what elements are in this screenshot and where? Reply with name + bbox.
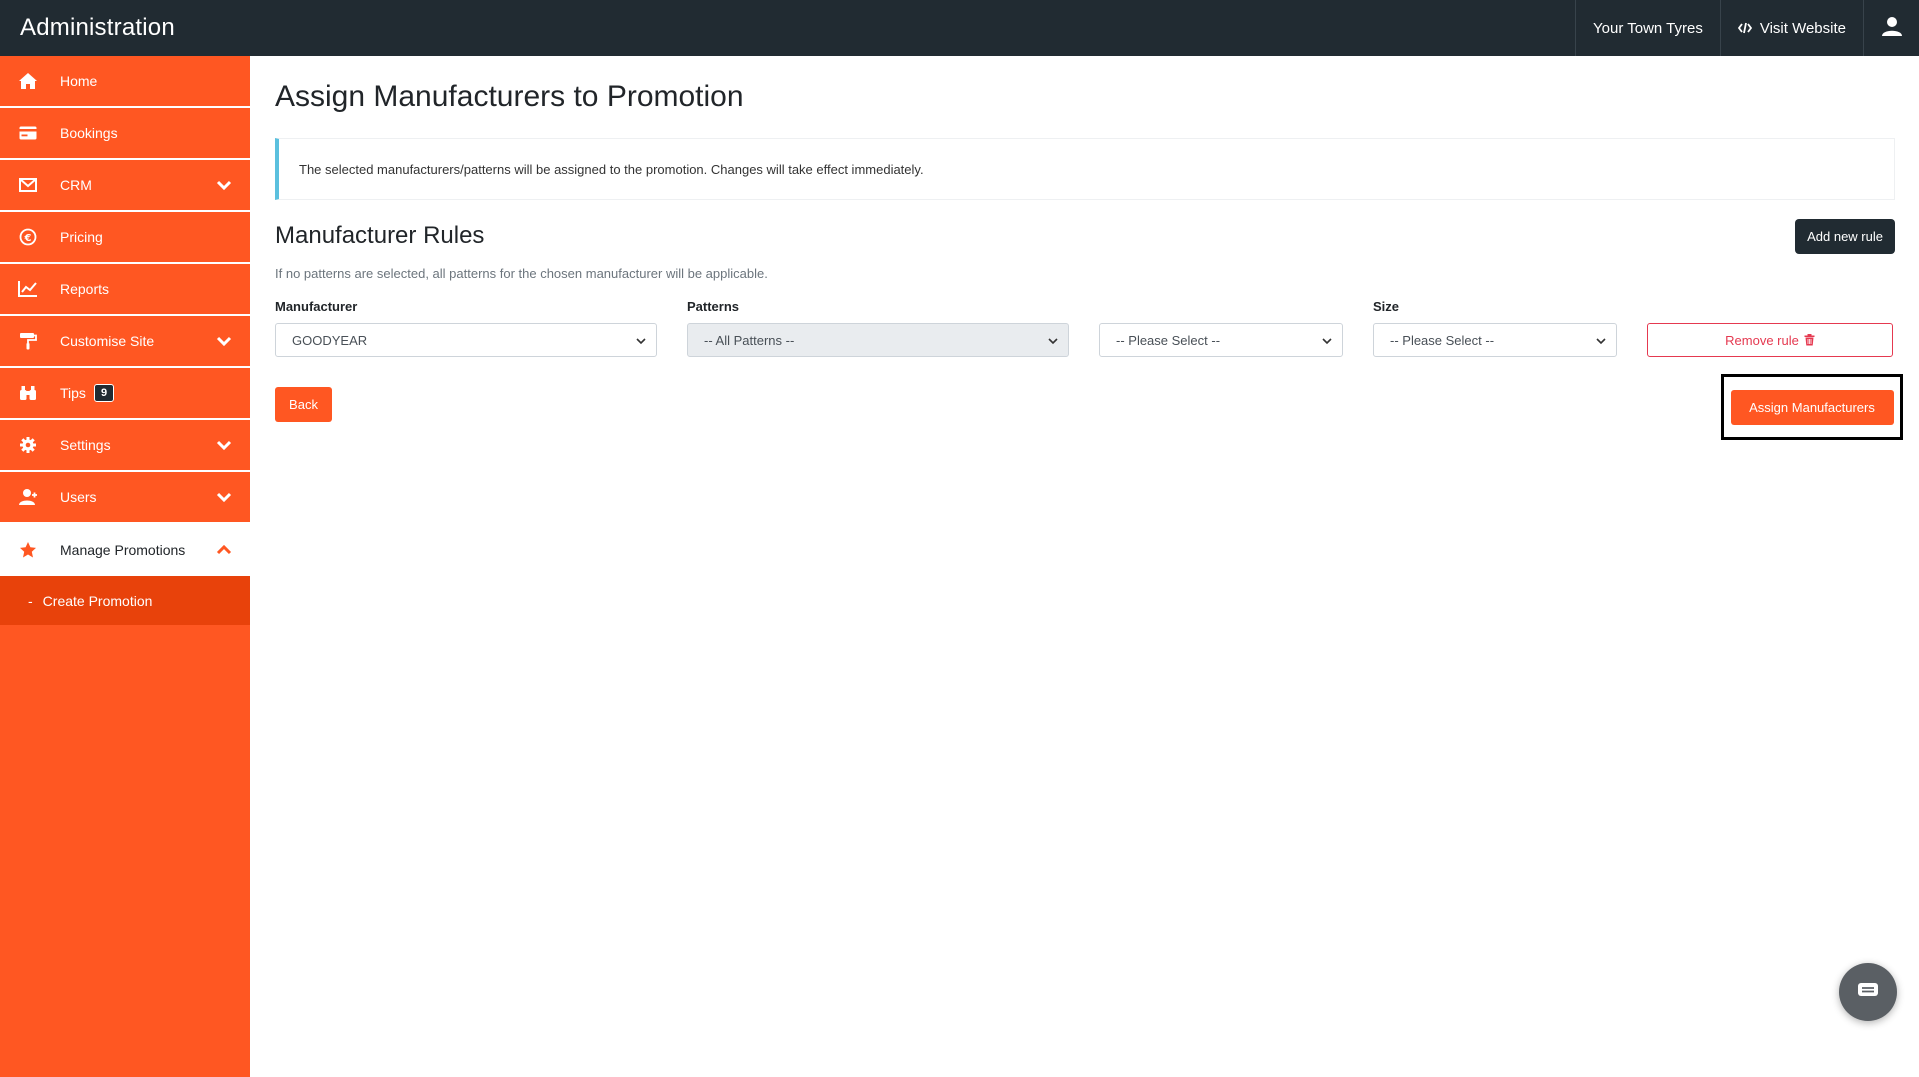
size-field: Size -- Please Select -- [1373, 299, 1617, 357]
sidebar-item-customise-site[interactable]: Customise Site [0, 316, 250, 368]
credit-card-icon [18, 123, 38, 143]
sidebar-item-users[interactable]: Users [0, 472, 250, 524]
star-icon [18, 540, 38, 560]
third-select[interactable]: -- Please Select -- [1099, 323, 1343, 357]
info-alert-text: The selected manufacturers/patterns will… [299, 161, 924, 177]
sidebar-subitem-create-promotion[interactable]: - Create Promotion [0, 576, 250, 625]
remove-rule-button[interactable]: Remove rule [1647, 323, 1893, 357]
manufacturer-field: Manufacturer GOODYEAR [275, 299, 657, 357]
rule-row: Manufacturer GOODYEAR Patterns -- All Pa… [275, 299, 1895, 357]
sidebar-item-pricing[interactable]: € Pricing [0, 212, 250, 264]
manufacturer-value: GOODYEAR [292, 332, 368, 348]
patterns-label: Patterns [687, 299, 740, 314]
form-actions: Back Assign Manufacturers [275, 374, 1903, 440]
top-navbar: Administration Your Town Tyres Visit Web… [0, 0, 1919, 56]
chevron-down-icon [216, 440, 232, 450]
chat-icon [1856, 980, 1880, 1005]
manufacturer-select[interactable]: GOODYEAR [275, 323, 657, 357]
sidebar-item-home[interactable]: Home [0, 56, 250, 108]
sidebar-item-manage-promotions[interactable]: Manage Promotions [0, 524, 250, 576]
code-icon [1737, 22, 1752, 34]
home-icon [18, 71, 38, 91]
visit-website-link[interactable]: Visit Website [1719, 0, 1863, 56]
binoculars-icon [18, 383, 38, 403]
paint-roller-icon [18, 331, 38, 351]
sidebar-item-reports[interactable]: Reports [0, 264, 250, 316]
tips-count-badge: 9 [93, 384, 115, 402]
assign-manufacturers-button[interactable]: Assign Manufacturers [1730, 389, 1894, 425]
patterns-field: Patterns -- All Patterns -- [687, 299, 1069, 357]
chevron-down-icon [1322, 333, 1332, 348]
sidebar-item-settings[interactable]: Settings [0, 420, 250, 472]
chevron-down-icon [636, 333, 646, 348]
chat-widget-button[interactable] [1839, 963, 1897, 1021]
size-label: Size [1373, 299, 1400, 314]
sidebar-item-label: Tips [60, 385, 86, 401]
chevron-down-icon [216, 492, 232, 502]
svg-text:€: € [24, 233, 32, 244]
user-icon [1881, 15, 1903, 41]
visit-website-label: Visit Website [1759, 19, 1846, 37]
sidebar-item-label: Home [60, 73, 98, 89]
page-title: Assign Manufacturers to Promotion [275, 80, 744, 113]
help-text: If no patterns are selected, all pattern… [275, 266, 768, 281]
sidebar-item-bookings[interactable]: Bookings [0, 108, 250, 160]
chevron-up-icon [216, 545, 232, 555]
sidebar-item-label: Bookings [60, 125, 118, 141]
patterns-value: -- All Patterns -- [704, 332, 795, 348]
chevron-down-icon [216, 180, 232, 190]
main-content: Assign Manufacturers to Promotion The se… [275, 56, 1903, 440]
add-new-rule-button[interactable]: Add new rule [1795, 218, 1895, 254]
size-select[interactable]: -- Please Select -- [1373, 323, 1617, 357]
chart-line-icon [18, 279, 38, 299]
store-name-link[interactable]: Your Town Tyres [1575, 0, 1720, 56]
manufacturer-label: Manufacturer [275, 299, 358, 314]
envelope-icon [18, 175, 38, 195]
info-alert: The selected manufacturers/patterns will… [275, 138, 1895, 200]
sidebar-subitem-label: Create Promotion [42, 592, 153, 609]
sidebar-item-crm[interactable]: CRM [0, 160, 250, 212]
sidebar-item-label: Pricing [60, 229, 103, 245]
sidebar-item-label: Reports [60, 281, 110, 297]
user-icon [18, 487, 38, 507]
remove-field: Remove rule [1647, 323, 1893, 357]
sidebar-item-tips[interactable]: Tips 9 [0, 368, 250, 420]
back-button[interactable]: Back [275, 387, 332, 422]
sidebar: Home Bookings CRM € Pricing Reports Cust… [0, 56, 250, 1077]
chevron-down-icon [1048, 333, 1058, 348]
euro-icon: € [18, 227, 38, 247]
subitem-dash: - [28, 592, 33, 609]
user-menu-button[interactable] [1863, 0, 1919, 56]
patterns-select[interactable]: -- All Patterns -- [687, 323, 1069, 357]
third-select-value: -- Please Select -- [1116, 332, 1221, 348]
size-value: -- Please Select -- [1390, 332, 1495, 348]
highlight-box: Assign Manufacturers [1721, 374, 1903, 440]
app-title: Administration [20, 14, 175, 41]
gear-icon [18, 435, 38, 455]
section-header: Manufacturer Rules Add new rule [275, 218, 1895, 254]
chevron-down-icon [216, 336, 232, 346]
trash-icon [1804, 334, 1815, 346]
third-field: -- Please Select -- [1099, 299, 1343, 357]
chevron-down-icon [1596, 333, 1606, 348]
remove-rule-label: Remove rule [1725, 332, 1799, 348]
third-field-label [1099, 299, 1343, 315]
section-title: Manufacturer Rules [275, 222, 485, 249]
